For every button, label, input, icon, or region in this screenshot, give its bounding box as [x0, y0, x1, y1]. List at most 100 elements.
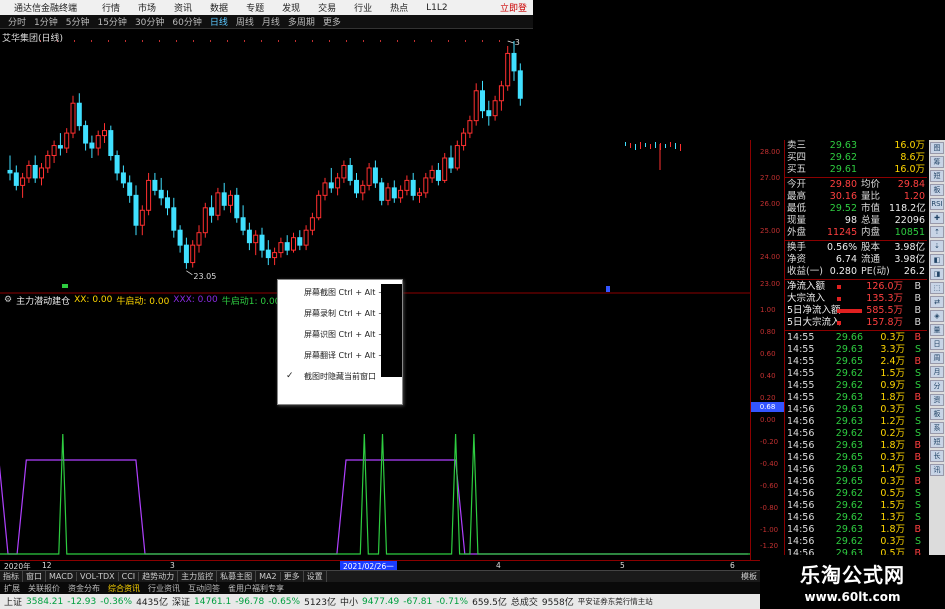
candle: [253, 230, 259, 256]
info-tab[interactable]: 互动问答: [184, 583, 224, 594]
toolbar-icon[interactable]: 日: [930, 338, 944, 350]
indicator-tab[interactable]: 私募主图: [217, 571, 257, 582]
toolbar-icon[interactable]: 量: [930, 324, 944, 336]
indicator-tab[interactable]: CCI: [119, 572, 140, 581]
toolbar-icon[interactable]: 讯: [930, 464, 944, 476]
index-name[interactable]: 中小: [340, 595, 358, 608]
indicator-tab[interactable]: 窗口: [23, 571, 46, 582]
toolbar-icon[interactable]: 板: [930, 184, 944, 196]
login-link[interactable]: 立即登: [500, 1, 527, 14]
period-tab-5[interactable]: 60分钟: [172, 15, 201, 28]
candle-body: [486, 110, 492, 117]
trade-time: 14:56: [787, 488, 815, 499]
toolbar-icon[interactable]: ✚: [930, 212, 944, 224]
index-name[interactable]: 深证: [172, 595, 190, 608]
order-book-price: 29.61: [829, 164, 857, 175]
top-dot-mark: [431, 40, 432, 42]
index-name[interactable]: 上证: [4, 595, 22, 608]
toolbar-icon[interactable]: ⇡: [930, 226, 944, 238]
candle: [303, 225, 309, 251]
toolbar-icon[interactable]: 板: [930, 408, 944, 420]
indicator-tab[interactable]: 指标: [0, 571, 23, 582]
info-tab[interactable]: 综合资讯: [104, 583, 144, 594]
menu-item-discover[interactable]: 发现: [282, 1, 300, 14]
stat-value: 118.2亿: [889, 203, 926, 214]
candle: [51, 140, 57, 163]
period-tab-7[interactable]: 周线: [236, 15, 254, 28]
indicator-tab[interactable]: 趋势动力: [139, 571, 179, 582]
period-tab-8[interactable]: 月线: [262, 15, 280, 28]
info-tab[interactable]: 行业资讯: [144, 583, 184, 594]
menu-item-level2[interactable]: L1L2: [426, 3, 447, 13]
toolbar-icon[interactable]: 长: [930, 450, 944, 462]
broker-server[interactable]: 平安证券东莞行情主站: [578, 596, 653, 607]
trade-volume: 0.3万: [880, 476, 905, 487]
indicator-tab[interactable]: MA2: [256, 572, 281, 581]
indicator-tab[interactable]: 主力监控: [178, 571, 218, 582]
toolbar-icon[interactable]: ◈: [930, 310, 944, 322]
menu-item-news[interactable]: 资讯: [174, 1, 192, 14]
period-tab-1[interactable]: 1分钟: [34, 15, 58, 28]
indicator-tab[interactable]: 更多: [281, 571, 304, 582]
period-tab-0[interactable]: 分时: [8, 15, 26, 28]
info-tab[interactable]: 关联报价: [24, 583, 64, 594]
toolbar-icon[interactable]: 月: [930, 366, 944, 378]
toolbar-icon[interactable]: RSI: [930, 198, 944, 210]
top-dot-mark: [227, 40, 228, 42]
stat-label: 现量: [787, 215, 807, 226]
period-tab-4[interactable]: 30分钟: [135, 15, 164, 28]
toolbar-icon[interactable]: 筹: [930, 156, 944, 168]
indicator-value-xxx: XXX: 0.00: [173, 295, 218, 305]
candle: [423, 172, 429, 198]
candle: [467, 115, 473, 139]
toolbar-icon[interactable]: 分: [930, 380, 944, 392]
toolbar-icon[interactable]: 周: [930, 352, 944, 364]
fund-flow-bar: [837, 285, 842, 289]
period-tab-9[interactable]: 多周期: [288, 15, 315, 28]
toolbar-icon[interactable]: 系: [930, 422, 944, 434]
menu-item-data[interactable]: 数据: [210, 1, 228, 14]
menu-item-hot[interactable]: 热点: [390, 1, 408, 14]
candle: [39, 162, 44, 186]
candle-body: [114, 155, 120, 174]
info-tab[interactable]: 资金分布: [64, 583, 104, 594]
menu-item-quotes[interactable]: 行情: [102, 1, 120, 14]
indicator-tab[interactable]: 设置: [304, 571, 327, 582]
period-tab-2[interactable]: 5分钟: [66, 15, 90, 28]
period-tab-6[interactable]: 日线: [210, 15, 228, 28]
indicator-tab[interactable]: VOL-TDX: [77, 572, 119, 581]
candlestick-chart[interactable]: 23.05 3: [0, 30, 750, 294]
menu-item-industry[interactable]: 行业: [354, 1, 372, 14]
indicator-tab[interactable]: 模板: [738, 571, 760, 582]
indicator-tab[interactable]: MACD: [46, 572, 77, 581]
toolbar-icon[interactable]: 图: [930, 142, 944, 154]
candle: [95, 130, 101, 156]
settings-icon[interactable]: ⚙: [4, 295, 12, 305]
toolbar-icon[interactable]: ⇣: [930, 240, 944, 252]
indicator-name[interactable]: 主力潜动建仓: [16, 294, 70, 307]
menu-item-trade[interactable]: 交易: [318, 1, 336, 14]
menu-item-market[interactable]: 市场: [138, 1, 156, 14]
toolbar-icon[interactable]: ◨: [930, 268, 944, 280]
order-book-label: 买五: [787, 164, 807, 175]
toolbar-icon[interactable]: 短: [930, 436, 944, 448]
toolbar-icon[interactable]: 资: [930, 394, 944, 406]
candle-body: [20, 177, 26, 186]
info-tab[interactable]: 扩展: [0, 583, 24, 594]
menu-item-topics[interactable]: 专题: [246, 1, 264, 14]
candle: [461, 128, 467, 151]
app-title: 通达信金融终端: [14, 4, 78, 14]
info-tab[interactable]: 雀用户福利专享: [224, 583, 288, 594]
period-tab-10[interactable]: 更多: [323, 15, 341, 28]
candle: [473, 83, 479, 126]
top-dot-mark: [329, 40, 330, 42]
toolbar-icon[interactable]: ⇄: [930, 296, 944, 308]
toolbar-icon[interactable]: ⬚: [930, 282, 944, 294]
trade-price: 29.63: [835, 344, 863, 355]
trade-tick-row: 14:56 29.62 0.3万 S: [785, 536, 927, 548]
toolbar-icon[interactable]: 短: [930, 170, 944, 182]
toolbar-icon[interactable]: ◧: [930, 254, 944, 266]
period-tab-3[interactable]: 15分钟: [97, 15, 126, 28]
trade-volume: 2.4万: [880, 356, 905, 367]
candle: [442, 153, 448, 183]
